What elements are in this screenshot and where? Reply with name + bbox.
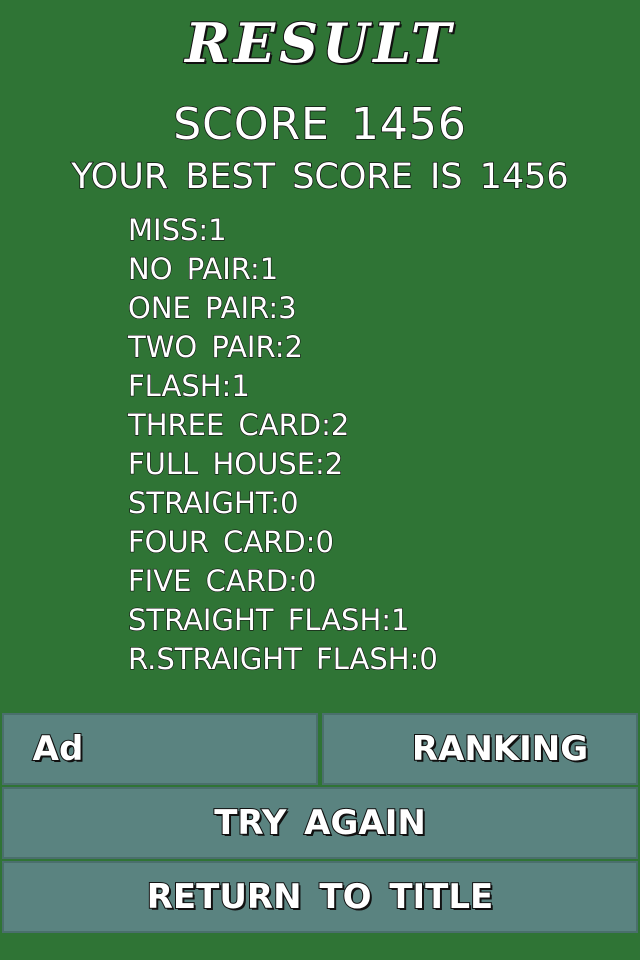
try-again-button[interactable]: TRY AGAIN bbox=[2, 787, 638, 859]
stat-four-card: FOUR CARD:0 bbox=[127, 524, 334, 559]
hand-stats-list: MISS:1 NO PAIR:1 ONE PAIR:3 TWO PAIR:2 F… bbox=[127, 211, 438, 679]
stat-flash: FLASH:1 bbox=[127, 368, 250, 403]
stat-no-pair: NO PAIR:1 bbox=[127, 251, 279, 286]
stat-three-card: THREE CARD:2 bbox=[127, 407, 350, 442]
stat-straight-flash: STRAIGHT FLASH:1 bbox=[127, 602, 410, 637]
return-to-title-button[interactable]: RETURN TO TITLE bbox=[2, 861, 638, 933]
stat-one-pair: ONE PAIR:3 bbox=[127, 290, 297, 325]
ranking-button[interactable]: RANKING bbox=[322, 713, 638, 785]
ranking-button-label: RANKING bbox=[411, 728, 589, 770]
result-title: RESULT bbox=[184, 10, 455, 76]
stat-miss: MISS:1 bbox=[127, 212, 227, 247]
return-to-title-button-label: RETURN TO TITLE bbox=[146, 876, 495, 918]
best-score-text: YOUR BEST SCORE IS 1456 bbox=[71, 156, 570, 198]
stat-five-card: FIVE CARD:0 bbox=[127, 563, 317, 598]
ad-button-label: Ad bbox=[32, 728, 85, 770]
score-text: SCORE 1456 bbox=[172, 98, 467, 151]
stat-full-house: FULL HOUSE:2 bbox=[127, 446, 344, 481]
stat-straight: STRAIGHT:0 bbox=[127, 485, 299, 520]
stat-royal-straight-flash: R.STRAIGHT FLASH:0 bbox=[127, 641, 438, 676]
ad-button[interactable]: Ad bbox=[2, 713, 318, 785]
stat-two-pair: TWO PAIR:2 bbox=[127, 329, 303, 364]
try-again-button-label: TRY AGAIN bbox=[213, 802, 427, 844]
